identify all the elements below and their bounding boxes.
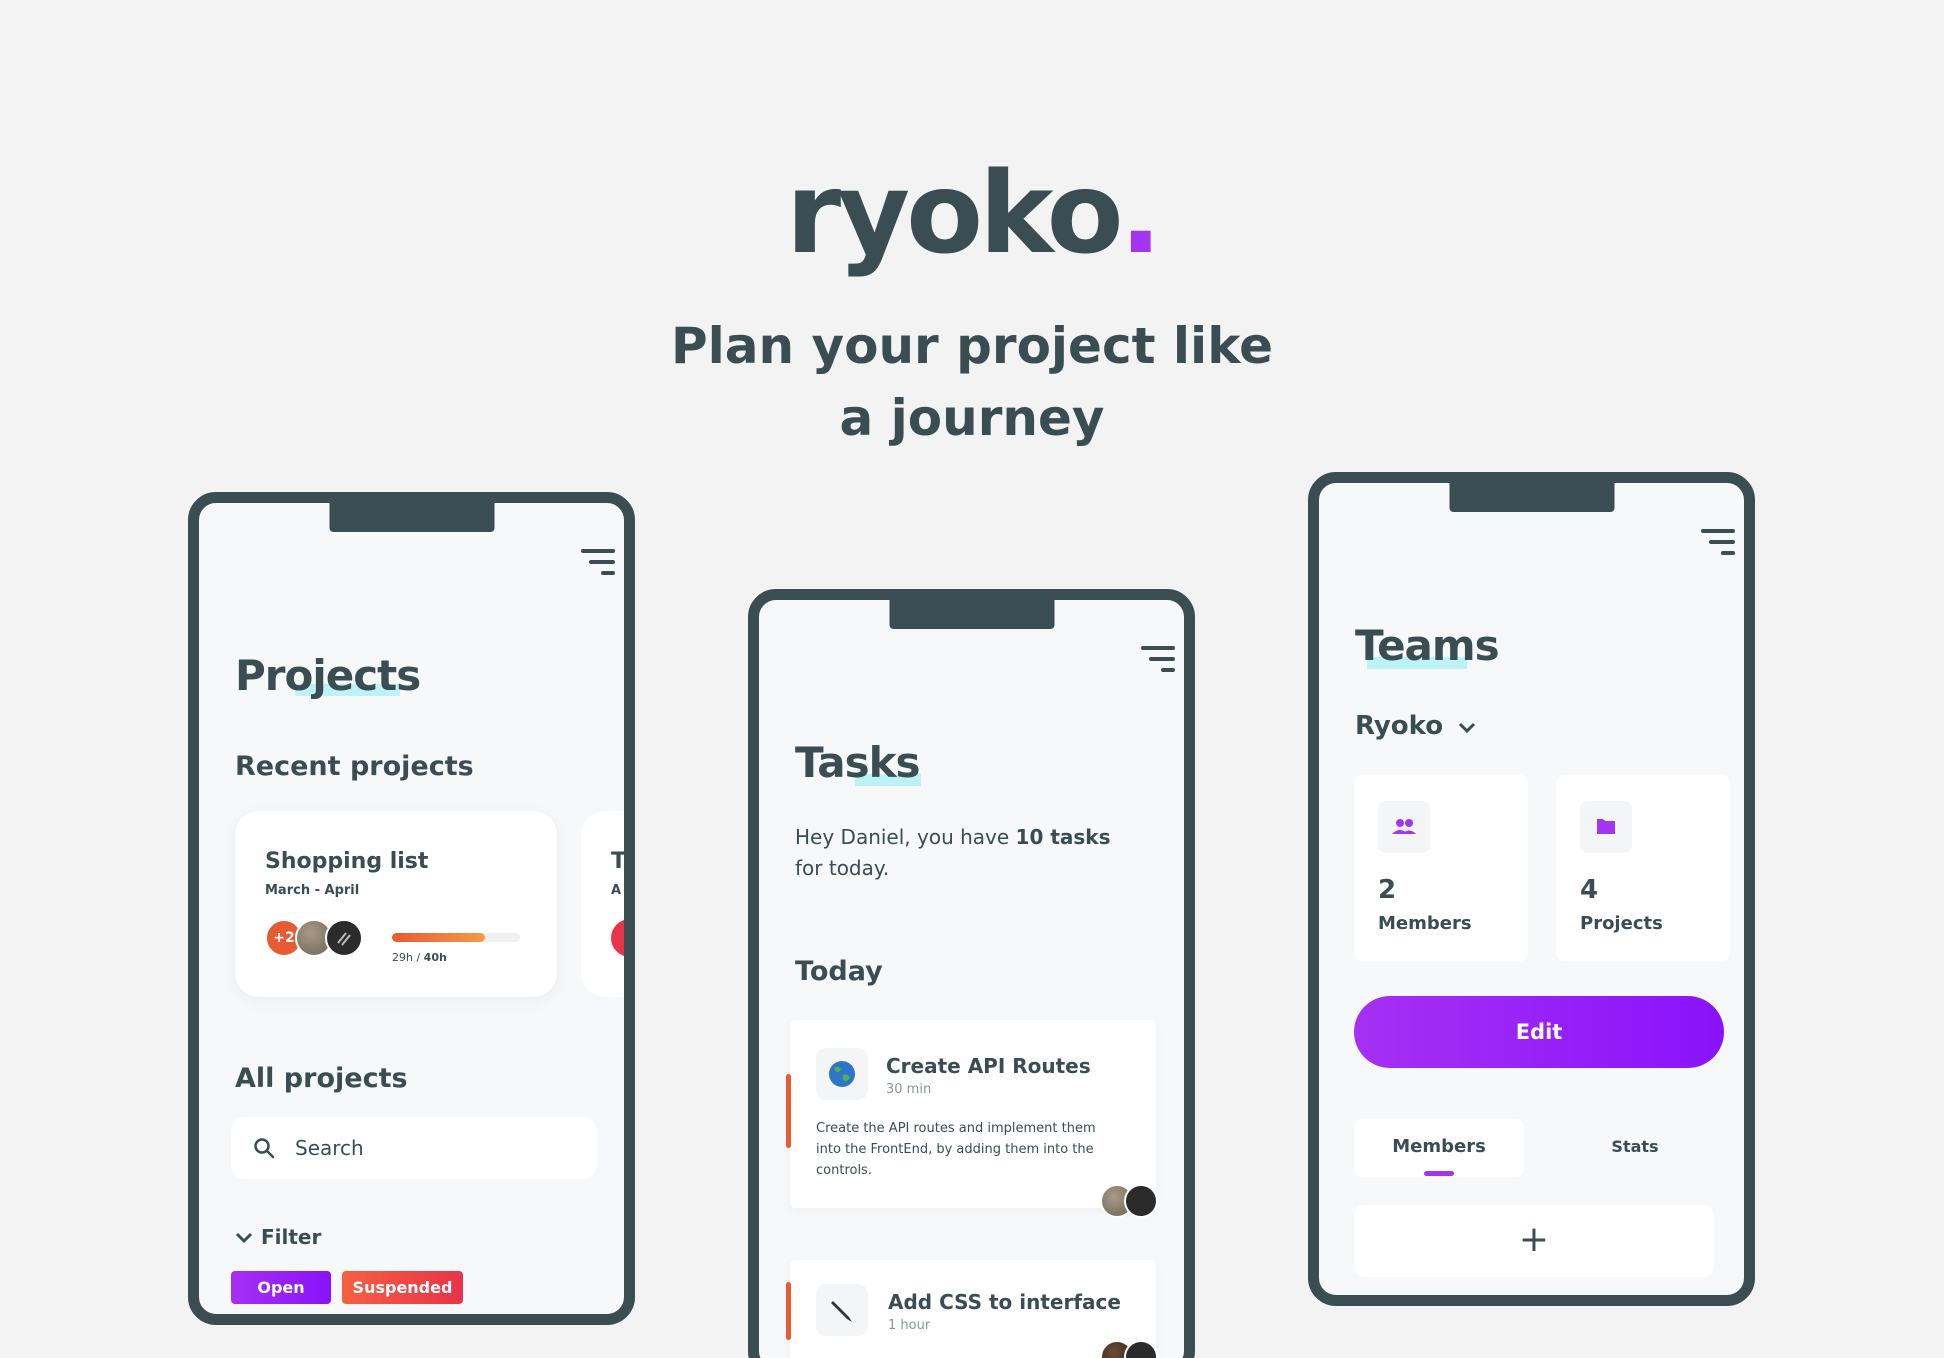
project-card[interactable]: T A xyxy=(581,811,624,997)
search-input[interactable]: Search xyxy=(295,1136,364,1160)
task-title: Create API Routes xyxy=(886,1054,1091,1078)
menu-icon[interactable] xyxy=(581,549,615,577)
greeting-text: Hey Daniel, you have 10 tasks for today. xyxy=(795,825,1111,880)
page-title: Teams xyxy=(1355,621,1500,670)
stat-label: Members xyxy=(1378,913,1472,934)
tasks-phone: Tasks Hey Daniel, you have 10 tasks for … xyxy=(748,589,1195,1358)
avatar xyxy=(611,919,624,957)
recent-projects-heading: Recent projects xyxy=(235,751,474,782)
tag-suspended[interactable]: Suspended xyxy=(342,1271,463,1304)
pen-icon xyxy=(816,1284,868,1336)
hours-progress-bar xyxy=(392,933,520,942)
tag-open[interactable]: Open xyxy=(231,1271,331,1304)
chevron-down-icon xyxy=(1459,722,1476,734)
teams-phone: Teams Ryoko 2 Members 4 Projects Edit Me… xyxy=(1308,472,1755,1306)
hours-label: 29h / 40h xyxy=(392,951,447,964)
task-card[interactable]: Create API Routes 30 min Create the API … xyxy=(786,1020,1158,1218)
task-card[interactable]: Add CSS to interface 1 hour xyxy=(786,1260,1158,1358)
team-selector[interactable]: Ryoko xyxy=(1355,711,1476,741)
menu-icon[interactable] xyxy=(1701,529,1735,557)
active-tab-indicator xyxy=(1424,1171,1454,1176)
tagline: Plan your project like a journey xyxy=(0,310,1944,454)
tagline-line-2: a journey xyxy=(839,389,1105,447)
tab-stats[interactable]: Stats xyxy=(1554,1119,1716,1177)
phone-notch xyxy=(1449,483,1614,512)
search-icon xyxy=(254,1138,275,1159)
project-name: Shopping list xyxy=(265,849,429,874)
members-stat-card[interactable]: 2 Members xyxy=(1354,775,1528,961)
filter-toggle[interactable]: Filter xyxy=(235,1225,321,1249)
add-member-button[interactable]: + xyxy=(1354,1205,1714,1277)
phone-notch xyxy=(889,600,1054,629)
phone-notch xyxy=(329,503,494,532)
task-title: Add CSS to interface xyxy=(888,1290,1121,1314)
project-card[interactable]: Shopping list March - April +2 29h / 40h xyxy=(235,811,557,997)
stat-value: 2 xyxy=(1378,875,1397,905)
task-duration: 30 min xyxy=(886,1082,932,1097)
stat-label: Projects xyxy=(1580,913,1663,934)
search-field[interactable]: Search xyxy=(231,1117,597,1179)
edit-button[interactable]: Edit xyxy=(1354,996,1724,1068)
page-title: Tasks xyxy=(795,738,921,787)
all-projects-heading: All projects xyxy=(235,1063,408,1094)
task-duration: 1 hour xyxy=(888,1318,931,1333)
people-icon xyxy=(1378,801,1430,853)
task-description: Create the API routes and implement them… xyxy=(816,1121,1096,1178)
avatar xyxy=(325,919,363,957)
folder-icon xyxy=(1580,801,1632,853)
project-dates: March - April xyxy=(265,883,360,898)
avatar xyxy=(1124,1184,1158,1218)
hours-progress-fill xyxy=(392,933,485,942)
projects-stat-card[interactable]: 4 Projects xyxy=(1556,775,1730,961)
menu-icon[interactable] xyxy=(1141,646,1175,674)
tab-members[interactable]: Members xyxy=(1354,1119,1524,1177)
tagline-line-1: Plan your project like xyxy=(670,317,1274,375)
tabs: Members Stats xyxy=(1354,1119,1716,1177)
page-title: Projects xyxy=(235,651,421,700)
stat-value: 4 xyxy=(1580,875,1599,905)
globe-icon xyxy=(816,1048,868,1100)
avatar xyxy=(1124,1340,1158,1358)
projects-phone: Projects Recent projects Shopping list M… xyxy=(188,492,635,1325)
today-heading: Today xyxy=(795,956,883,987)
chevron-down-icon xyxy=(235,1232,253,1244)
ryoko-logo: ryoko. xyxy=(785,149,1162,279)
